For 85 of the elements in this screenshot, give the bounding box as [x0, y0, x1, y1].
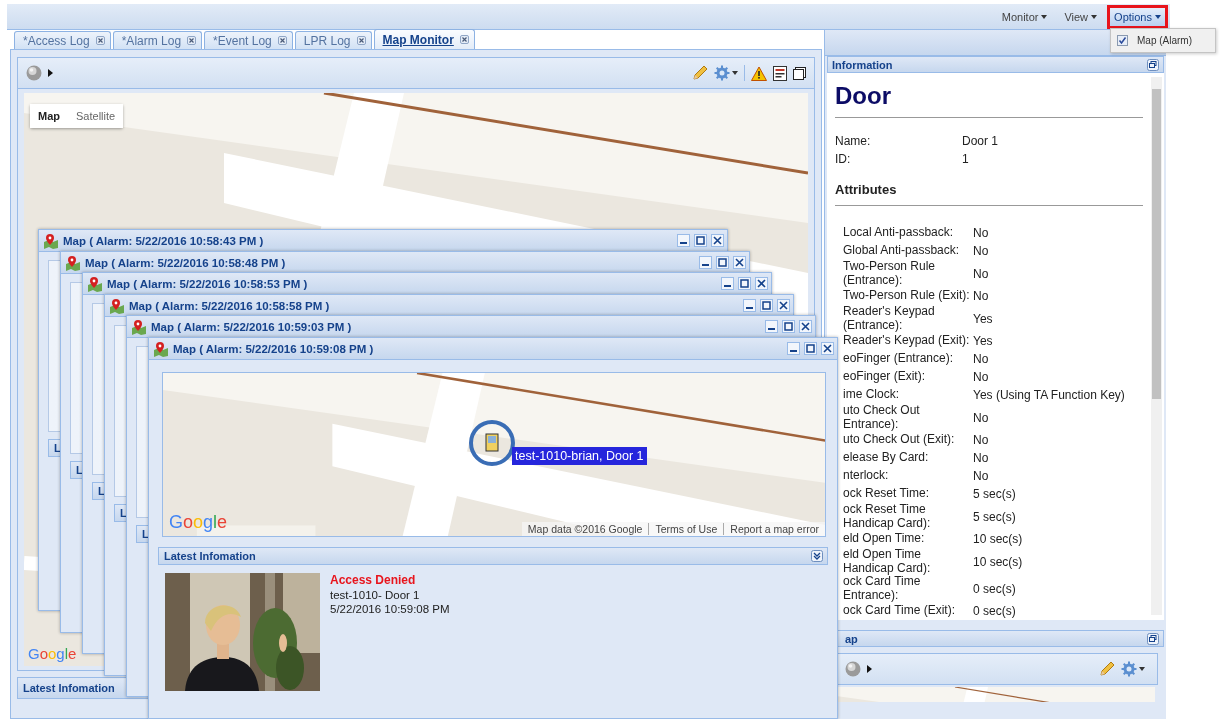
caret-icon — [732, 71, 738, 75]
attribute-label: ock Reset Time: — [843, 487, 931, 501]
menu-item[interactable]: Monitor — [994, 4, 1055, 29]
attribute-label: Reader's Keypad (Exit): — [843, 334, 971, 348]
globe-icon[interactable] — [26, 65, 42, 81]
close-icon[interactable] — [356, 36, 366, 45]
attribute-value: No — [973, 410, 989, 425]
restore-icon[interactable] — [1147, 58, 1159, 71]
scrollbar[interactable] — [1151, 77, 1162, 615]
caret-icon — [1155, 14, 1161, 19]
panel-title: Information — [832, 58, 893, 71]
attribute-value: Yes — [973, 311, 993, 326]
tab[interactable]: *Alarm Log — [112, 31, 203, 49]
close-icon[interactable] — [187, 36, 197, 45]
attribute-label: ime Clock: — [843, 388, 900, 402]
attribute-label: Reader's Keypad (Entrance): — [843, 305, 936, 332]
attribute-label: Two-Person Rule (Entrance): — [843, 260, 937, 287]
section-title: Latest Infomation — [23, 682, 115, 694]
tab[interactable]: *Access Log — [14, 31, 111, 49]
window-icon[interactable] — [793, 66, 806, 80]
attribute-value: 5 sec(s) — [973, 509, 1016, 524]
close-icon — [823, 344, 832, 353]
report-icon[interactable] — [773, 65, 787, 81]
attribute-label: Two-Person Rule (Exit): — [843, 289, 971, 303]
gear-icon[interactable] — [714, 65, 730, 81]
gear-icon[interactable] — [1121, 661, 1137, 677]
warning-icon[interactable] — [751, 65, 767, 81]
attribute-value: No — [973, 433, 989, 447]
attribute-value: No — [973, 289, 989, 303]
heading: Door — [835, 81, 892, 111]
close-icon[interactable] — [277, 36, 287, 45]
attribute-label: ock Reset Time Handicap Card): — [843, 503, 932, 530]
pencil-icon[interactable] — [692, 65, 708, 81]
field-label: ID: — [835, 151, 852, 168]
menu-item[interactable]: Map (Alarm) — [1111, 29, 1215, 52]
tab[interactable]: Map Monitor — [373, 29, 475, 49]
attribute-label: eoFinger (Entrance): — [843, 352, 955, 366]
caret-icon[interactable] — [867, 665, 872, 673]
checkbox[interactable] — [1117, 35, 1128, 46]
attribute-value: 0 sec(s) — [973, 581, 1016, 596]
field-value: Door 1 — [962, 133, 1000, 150]
attribute-value: Yes — [973, 334, 993, 348]
attribute-label: Global Anti-passback: — [843, 244, 961, 258]
globe-icon[interactable] — [845, 661, 861, 677]
attribute-label: Local Anti-passback: — [843, 226, 955, 240]
attribute-value: No — [973, 226, 989, 240]
attribute-label: elease By Card: — [843, 451, 930, 465]
attribute-value: 10 sec(s) — [973, 532, 1023, 546]
caret-icon — [1139, 667, 1145, 671]
close-button[interactable] — [821, 342, 834, 355]
menu-item[interactable]: Options — [1107, 4, 1168, 29]
attribute-value: No — [973, 370, 989, 384]
attribute-label: uto Check Out Entrance): — [843, 404, 921, 431]
section-heading: Attributes — [835, 181, 898, 199]
attribute-label: uto Check Out (Exit): — [843, 433, 956, 447]
panel-title: ap — [844, 632, 858, 645]
attribute-value: No — [973, 352, 989, 366]
tab[interactable]: LPR Log — [294, 31, 372, 49]
attribute-value: No — [973, 451, 989, 465]
pencil-icon[interactable] — [1099, 661, 1115, 677]
attribute-label: eld Open Time Handicap Card): — [843, 548, 932, 575]
attribute-value: No — [973, 244, 989, 258]
attribute-value: Yes (Using TA Function Key) — [973, 388, 1125, 402]
collapse-icon[interactable] — [811, 550, 823, 562]
field-value: 1 — [962, 151, 970, 168]
attribute-label: nterlock: — [843, 469, 890, 483]
attribute-label: ock Card Time (Exit): — [843, 604, 957, 618]
attribute-value: 5 sec(s) — [973, 487, 1016, 501]
caret-icon — [1091, 14, 1098, 19]
attribute-label: ock Card Time Entrance): — [843, 575, 921, 602]
maximize-icon — [806, 344, 815, 353]
attribute-label: eld Open Time: — [843, 532, 926, 546]
close-icon[interactable] — [459, 35, 469, 44]
attribute-value: 10 sec(s) — [973, 554, 1023, 569]
attribute-value: No — [973, 469, 989, 483]
caret-icon[interactable] — [48, 69, 53, 77]
restore-icon[interactable] — [1147, 632, 1159, 645]
attribute-label: eoFinger (Exit): — [843, 370, 927, 384]
close-icon[interactable] — [95, 36, 105, 45]
menu-item[interactable]: View — [1057, 4, 1105, 29]
attribute-value: No — [973, 266, 989, 281]
tab[interactable]: *Event Log — [204, 31, 293, 49]
attribute-value: 0 sec(s) — [973, 604, 1016, 618]
caret-icon — [1041, 14, 1048, 19]
field-label: Name: — [835, 133, 872, 150]
